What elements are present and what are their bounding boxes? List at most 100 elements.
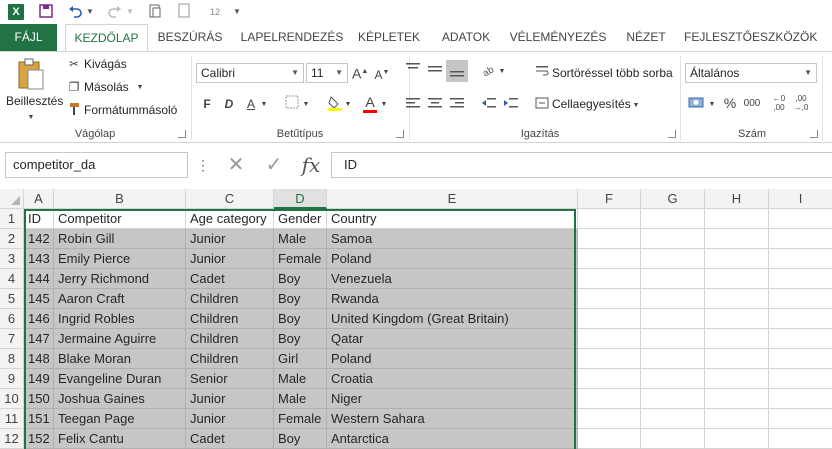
undo-dropdown-icon[interactable]: ▼ — [86, 3, 94, 21]
table-cell[interactable]: Teegan Page — [54, 409, 186, 429]
more-options-icon[interactable]: ⋮ — [196, 152, 210, 178]
table-cell[interactable]: 152 — [24, 429, 54, 449]
table-cell[interactable] — [769, 349, 832, 369]
new-file-icon[interactable] — [176, 3, 192, 21]
table-cell[interactable] — [769, 429, 832, 449]
table-cell[interactable] — [705, 329, 769, 349]
table-cell[interactable]: Junior — [186, 249, 274, 269]
fill-color-dropdown-icon[interactable]: ▼ — [344, 97, 352, 113]
border-dropdown-icon[interactable]: ▼ — [302, 97, 310, 113]
tab-review[interactable]: VÉLEMÉNYEZÉS — [508, 24, 608, 51]
table-cell[interactable] — [705, 369, 769, 389]
table-cell[interactable]: Competitor — [54, 209, 186, 229]
save-icon[interactable] — [38, 3, 54, 21]
align-middle-icon[interactable] — [426, 62, 444, 80]
accounting-dropdown-icon[interactable]: ▼ — [708, 97, 716, 113]
table-cell[interactable] — [769, 329, 832, 349]
table-cell[interactable]: Boy — [274, 309, 327, 329]
align-top-icon[interactable] — [404, 62, 422, 80]
table-cell[interactable]: Emily Pierce — [54, 249, 186, 269]
decrease-decimal-icon[interactable]: ,00 →,0 — [792, 94, 810, 112]
table-cell[interactable]: Boy — [274, 429, 327, 449]
table-cell[interactable] — [578, 409, 641, 429]
column-header[interactable]: B — [54, 189, 186, 209]
tab-view[interactable]: NÉZET — [618, 24, 674, 51]
font-color-dropdown-icon[interactable]: ▼ — [380, 97, 388, 113]
table-cell[interactable]: Boy — [274, 289, 327, 309]
table-cell[interactable]: 148 — [24, 349, 54, 369]
table-cell[interactable] — [705, 269, 769, 289]
font-name-dropdown[interactable]: Calibri ▼ — [196, 63, 304, 83]
italic-button[interactable]: D — [222, 96, 236, 112]
table-cell[interactable] — [769, 229, 832, 249]
table-cell[interactable]: 146 — [24, 309, 54, 329]
table-cell[interactable]: 147 — [24, 329, 54, 349]
calendar-icon[interactable]: 12 — [206, 3, 224, 21]
table-cell[interactable]: 149 — [24, 369, 54, 389]
table-cell[interactable]: Venezuela — [327, 269, 578, 289]
copy-dropdown-icon[interactable]: ▼ — [136, 80, 144, 96]
table-cell[interactable]: United Kingdom (Great Britain) — [327, 309, 578, 329]
enter-icon[interactable]: ✓ — [262, 152, 286, 178]
table-cell[interactable] — [641, 349, 705, 369]
table-cell[interactable]: Western Sahara — [327, 409, 578, 429]
table-cell[interactable]: Poland — [327, 249, 578, 269]
underline-button[interactable]: A — [244, 96, 258, 112]
clipboard-launcher-icon[interactable] — [178, 130, 186, 138]
table-cell[interactable] — [641, 249, 705, 269]
column-header[interactable]: F — [578, 189, 641, 209]
number-format-dropdown[interactable]: Általános ▼ — [685, 63, 817, 83]
table-cell[interactable]: Cadet — [186, 429, 274, 449]
tab-page-layout[interactable]: LAPELRENDEZÉS — [238, 24, 346, 51]
align-right-icon[interactable] — [448, 96, 466, 114]
table-cell[interactable] — [705, 409, 769, 429]
redo-dropdown-icon[interactable]: ▼ — [126, 3, 134, 21]
tab-file[interactable]: FÁJL — [0, 24, 57, 51]
table-cell[interactable]: Junior — [186, 389, 274, 409]
table-cell[interactable]: Poland — [327, 349, 578, 369]
table-cell[interactable] — [769, 269, 832, 289]
table-cell[interactable] — [641, 429, 705, 449]
alignment-launcher-icon[interactable] — [668, 130, 676, 138]
table-cell[interactable]: Children — [186, 349, 274, 369]
table-cell[interactable]: Country — [327, 209, 578, 229]
table-cell[interactable] — [578, 369, 641, 389]
customize-qat-icon[interactable]: ▼ — [232, 3, 242, 21]
paste-dropdown-icon[interactable]: ▼ — [26, 110, 36, 126]
table-cell[interactable]: Children — [186, 329, 274, 349]
tab-home[interactable]: KEZDŐLAP — [65, 24, 148, 51]
table-cell[interactable]: Samoa — [327, 229, 578, 249]
table-cell[interactable] — [705, 349, 769, 369]
table-cell[interactable]: Qatar — [327, 329, 578, 349]
print-preview-icon[interactable] — [146, 3, 164, 21]
table-cell[interactable] — [769, 209, 832, 229]
row-header[interactable]: 3 — [0, 249, 24, 269]
table-cell[interactable]: Antarctica — [327, 429, 578, 449]
table-cell[interactable]: Robin Gill — [54, 229, 186, 249]
formula-input[interactable]: ID — [331, 152, 832, 178]
table-cell[interactable]: 142 — [24, 229, 54, 249]
table-cell[interactable] — [705, 289, 769, 309]
table-cell[interactable] — [705, 229, 769, 249]
row-header[interactable]: 2 — [0, 229, 24, 249]
table-cell[interactable]: Felix Cantu — [54, 429, 186, 449]
table-cell[interactable] — [641, 369, 705, 389]
row-header[interactable]: 8 — [0, 349, 24, 369]
table-cell[interactable]: Blake Moran — [54, 349, 186, 369]
row-header[interactable]: 4 — [0, 269, 24, 289]
table-cell[interactable]: Ingrid Robles — [54, 309, 186, 329]
table-cell[interactable]: Female — [274, 409, 327, 429]
table-cell[interactable] — [705, 249, 769, 269]
tab-data[interactable]: ADATOK — [435, 24, 497, 51]
cancel-icon[interactable]: ✕ — [224, 152, 248, 178]
table-cell[interactable]: Jerry Richmond — [54, 269, 186, 289]
column-header[interactable]: G — [641, 189, 705, 209]
row-header[interactable]: 11 — [0, 409, 24, 429]
table-cell[interactable]: Croatia — [327, 369, 578, 389]
table-cell[interactable] — [641, 289, 705, 309]
row-header[interactable]: 6 — [0, 309, 24, 329]
column-header[interactable]: A — [24, 189, 54, 209]
border-icon[interactable] — [284, 95, 300, 113]
table-cell[interactable] — [641, 209, 705, 229]
table-cell[interactable]: Children — [186, 289, 274, 309]
